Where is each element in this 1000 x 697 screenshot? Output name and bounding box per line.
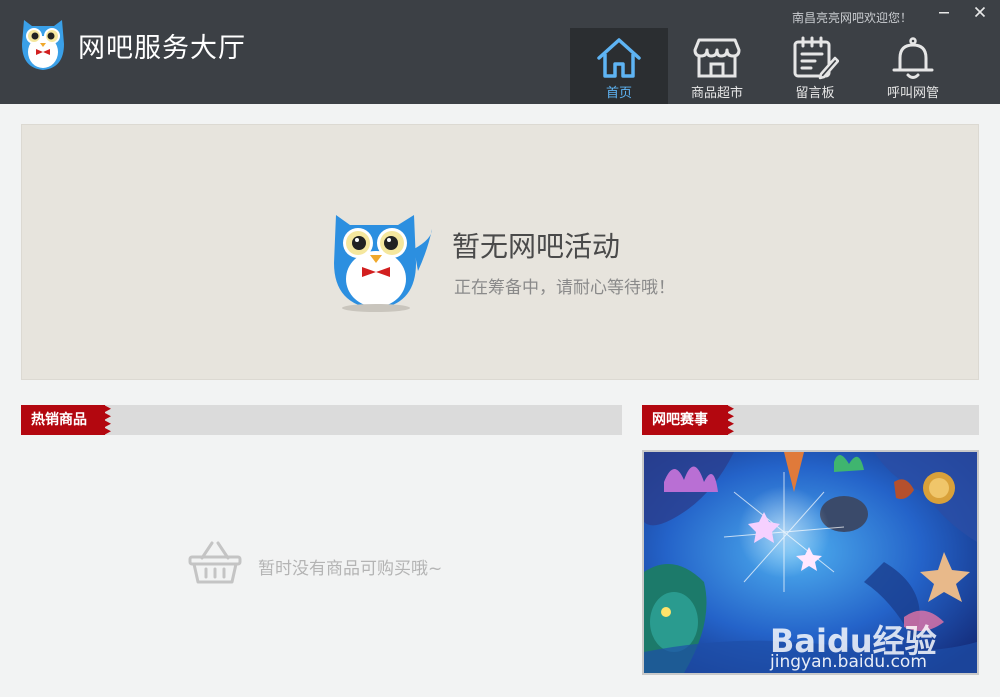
basket-icon <box>188 541 242 584</box>
owl-logo-icon <box>22 20 64 70</box>
banner-title: 暂无网吧活动 <box>452 230 621 263</box>
nav-label: 商品超市 <box>690 86 743 101</box>
main-nav: 首页 商品超市 留言板 呼叫网管 <box>570 28 962 104</box>
nav-message-board[interactable]: 留言板 <box>766 28 864 104</box>
events-tag-label: 网吧赛事 <box>652 412 708 428</box>
minimize-icon <box>939 12 949 14</box>
title-bar: 网吧服务大厅 南昌亮亮网吧欢迎您！ 首页 商品超市 留言板 呼叫网管 <box>0 0 1000 104</box>
bell-icon <box>892 37 934 79</box>
empty-goods-text: 暂时没有商品可购买哦~ <box>258 559 443 579</box>
events-header: 网吧赛事 <box>642 405 979 435</box>
nav-call-admin[interactable]: 呼叫网管 <box>864 28 962 104</box>
welcome-text: 南昌亮亮网吧欢迎您！ <box>791 11 912 25</box>
event-banner-image[interactable]: Baidu经验 jingyan.baidu.com <box>642 450 979 675</box>
close-icon <box>974 6 986 18</box>
app-title: 网吧服务大厅 <box>78 33 246 64</box>
zigzag-edge-icon <box>727 405 734 435</box>
banner-subtitle: 正在筹备中，请耐心等待哦！ <box>454 278 675 298</box>
home-icon <box>597 38 641 78</box>
empty-goods-state: 暂时没有商品可购买哦~ <box>188 540 508 586</box>
events-tag: 网吧赛事 <box>642 405 734 435</box>
hot-goods-tag: 热销商品 <box>21 405 111 435</box>
hot-goods-tag-label: 热销商品 <box>31 412 87 428</box>
notepad-icon <box>793 36 839 80</box>
activity-banner: 暂无网吧活动 正在筹备中，请耐心等待哦！ <box>21 124 979 380</box>
hot-goods-header: 热销商品 <box>21 405 622 435</box>
nav-label: 首页 <box>605 86 632 101</box>
owl-mascot-icon <box>334 215 432 312</box>
watermark-url: jingyan.baidu.com <box>770 652 927 672</box>
nav-store[interactable]: 商品超市 <box>668 28 766 104</box>
nav-home[interactable]: 首页 <box>570 28 668 104</box>
nav-label: 留言板 <box>795 86 835 101</box>
close-button[interactable] <box>962 0 998 24</box>
zigzag-edge-icon <box>104 405 111 435</box>
store-icon <box>693 38 741 78</box>
minimize-button[interactable] <box>926 0 962 24</box>
nav-label: 呼叫网管 <box>886 86 939 101</box>
